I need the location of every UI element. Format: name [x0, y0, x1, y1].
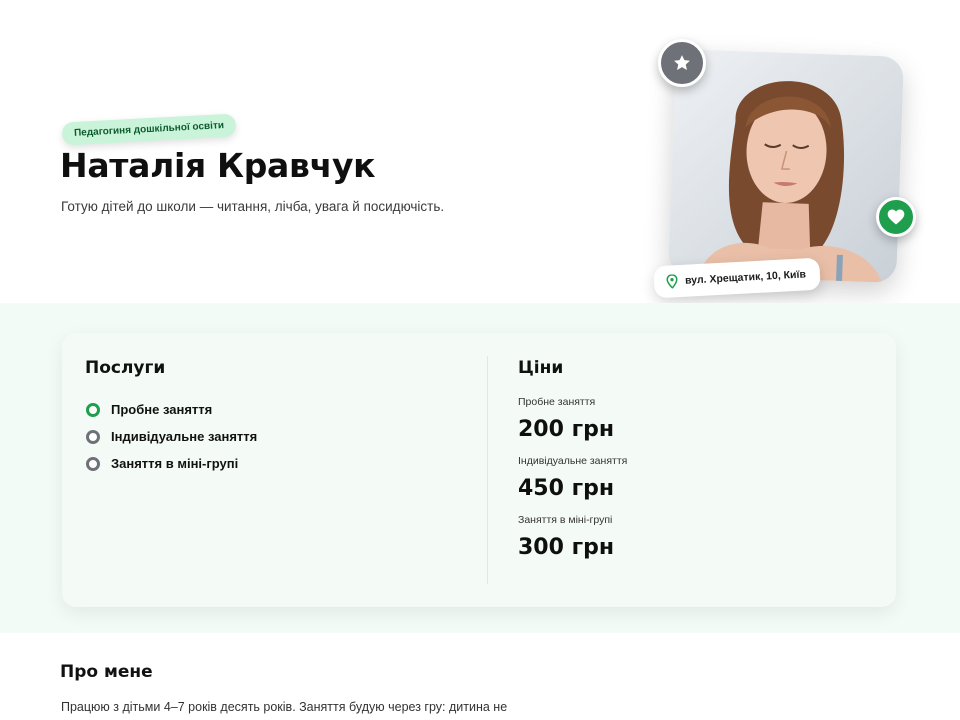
- price-value: 200 грн: [518, 417, 615, 442]
- price-item: Пробне заняття 200 грн: [518, 396, 627, 442]
- radio-selected-icon: [86, 402, 100, 417]
- radio-icon: [86, 429, 100, 444]
- teacher-name: Наталія Кравчук: [60, 146, 376, 185]
- service-label: Пробне заняття: [111, 402, 213, 417]
- address-text: вул. Хрещатик, 10, Київ: [684, 268, 807, 287]
- price-item: Заняття в міні-групі 300 грн: [518, 514, 627, 560]
- heart-icon: [887, 209, 905, 225]
- service-item-individual[interactable]: Індивідуальне заняття: [86, 423, 257, 450]
- price-label: Індивідуальне заняття: [518, 455, 628, 467]
- profile-photo: [668, 49, 904, 283]
- specialty-tag: Педагогиня дошкільної освіти: [61, 113, 237, 146]
- featured-badge: [658, 39, 706, 87]
- prices-title: Ціни: [518, 358, 564, 378]
- teacher-tagline: Готую дітей до школи — читання, лічба, у…: [61, 199, 445, 214]
- service-item-group[interactable]: Заняття в міні-групі: [86, 450, 257, 477]
- price-item: Індивідуальне заняття 450 грн: [518, 455, 627, 501]
- services-list: Пробне заняття Індивідуальне заняття Зан…: [86, 396, 257, 477]
- service-item-trial[interactable]: Пробне заняття: [86, 396, 257, 423]
- services-title: Послуги: [85, 358, 166, 378]
- star-icon: [674, 55, 690, 70]
- price-value: 300 грн: [518, 535, 615, 560]
- card-divider: [487, 356, 488, 584]
- map-pin-icon: [666, 274, 678, 289]
- price-label: Пробне заняття: [518, 396, 596, 408]
- about-title: Про мене: [60, 662, 153, 682]
- prices-list: Пробне заняття 200 грн Індивідуальне зан…: [518, 396, 627, 573]
- radio-icon: [86, 456, 100, 471]
- service-label: Індивідуальне заняття: [111, 429, 258, 444]
- service-label: Заняття в міні-групі: [111, 456, 239, 471]
- price-label: Заняття в міні-групі: [518, 514, 613, 526]
- favorite-button[interactable]: [876, 197, 916, 237]
- about-text: Працюю з дітьми 4–7 років десять років. …: [61, 700, 508, 714]
- price-value: 450 грн: [518, 476, 615, 501]
